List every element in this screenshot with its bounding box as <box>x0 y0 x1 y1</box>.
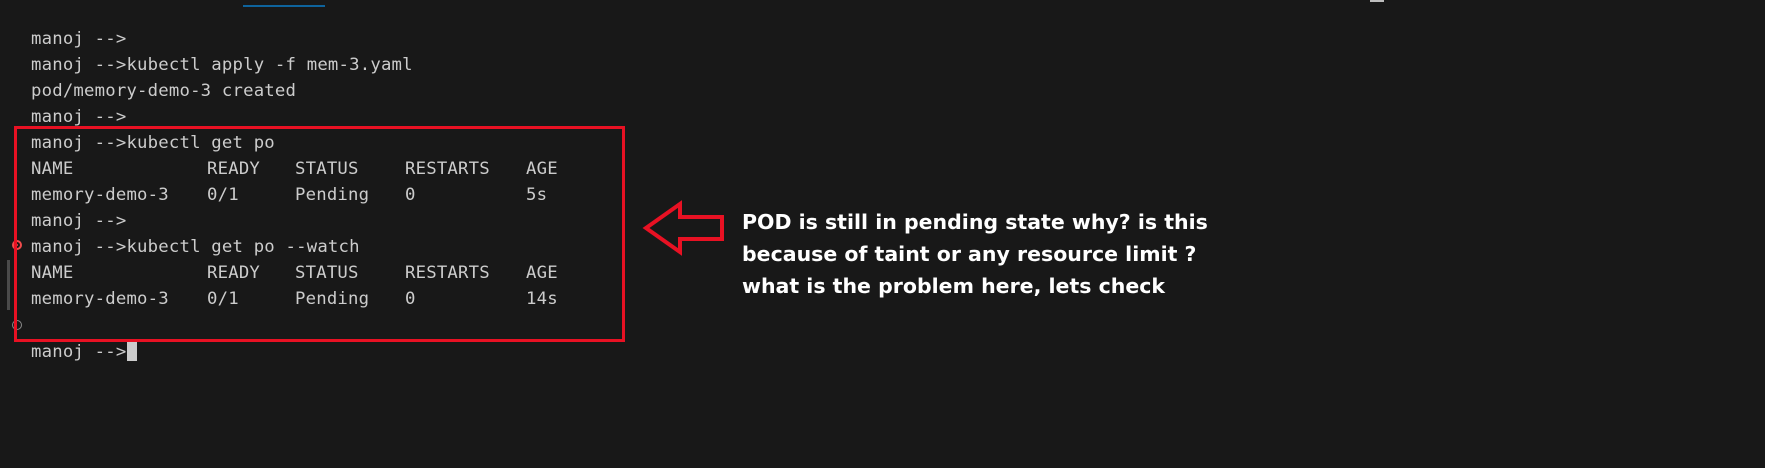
terminal-line: pod/memory-demo-3 created <box>31 81 297 101</box>
scrollbar-thumb[interactable] <box>7 260 10 310</box>
annotation-line: because of taint or any resource limit ? <box>742 242 1197 266</box>
text-cursor <box>127 340 138 361</box>
active-tab-indicator <box>243 5 325 7</box>
terminal-line: manoj -->kubectl apply -f mem-3.yaml <box>31 55 413 75</box>
terminal-input-line[interactable]: manoj --> <box>31 339 138 365</box>
left-arrow-icon <box>642 200 724 256</box>
highlight-box <box>14 126 625 342</box>
terminal-line: manoj --> <box>31 29 127 49</box>
annotation-note: POD is still in pending state why? is th… <box>742 206 1262 302</box>
top-edge-marker <box>1370 0 1384 2</box>
terminal-prompt: manoj --> <box>31 342 127 362</box>
annotation-line: POD is still in pending state why? is th… <box>742 210 1208 234</box>
terminal-panel[interactable]: manoj --> manoj -->kubectl apply -f mem-… <box>0 0 1765 463</box>
annotation-line: what is the problem here, lets check <box>742 274 1166 298</box>
